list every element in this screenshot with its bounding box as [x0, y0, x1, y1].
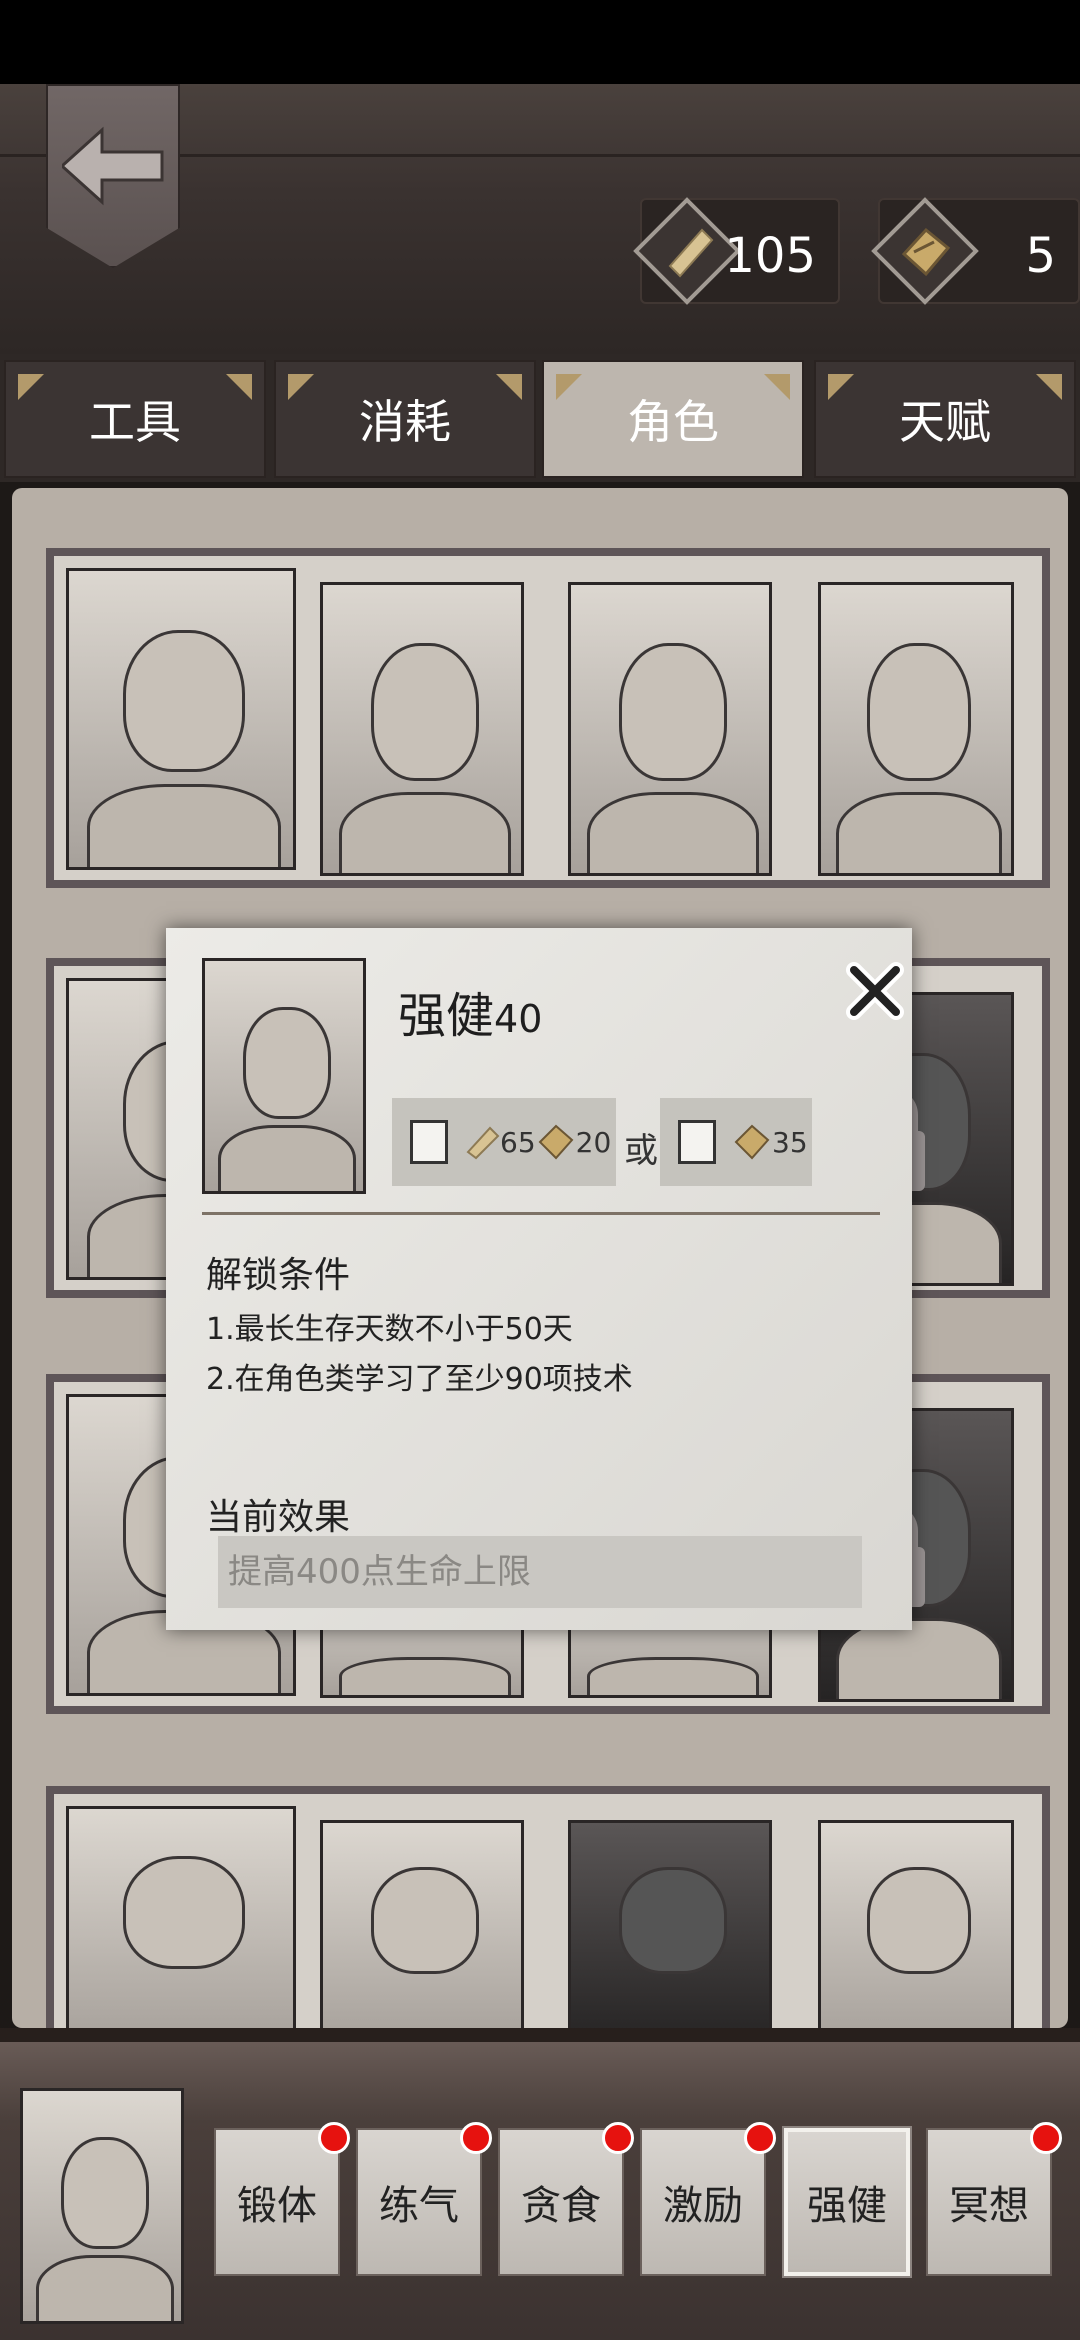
character-portrait-chef[interactable] — [66, 568, 296, 870]
character-portrait-reindeer[interactable] — [568, 1820, 772, 2046]
skill-name: 强健 — [398, 988, 495, 1044]
effect-text: 提高400点生命上限 — [218, 1536, 862, 1608]
tab-consumables[interactable]: 消耗 — [274, 360, 536, 478]
skill-button-duanti[interactable]: 锻体 — [214, 2128, 340, 2276]
effect-heading: 当前效果 — [206, 1497, 351, 1538]
book-icon — [538, 1124, 574, 1160]
status-bar — [0, 0, 1080, 84]
category-tabs: 工具 消耗 角色 天赋 — [0, 354, 1080, 482]
currency-book-value: 5 — [1025, 228, 1056, 284]
character-row — [46, 548, 1050, 888]
tab-tools[interactable]: 工具 — [4, 360, 266, 478]
character-portrait-sunglasses-hat[interactable] — [66, 1806, 296, 2046]
notification-dot — [318, 2122, 350, 2154]
character-row — [46, 1786, 1050, 2046]
cost-option-a[interactable]: 65 20 — [392, 1098, 616, 1186]
condition-2: 2.在角色类学习了至少90项技术 — [206, 1362, 633, 1397]
character-portrait-goggles[interactable] — [818, 1820, 1014, 2046]
character-portrait-fur-hat[interactable] — [818, 582, 1014, 876]
skill-button-qiangjian[interactable]: 强健 — [782, 2126, 912, 2278]
or-label: 或 — [624, 1131, 658, 1171]
skill-button-tanshi[interactable]: 贪食 — [498, 2128, 624, 2276]
cost-a-scroll: 65 — [500, 1125, 536, 1159]
skill-button-mingxiang[interactable]: 冥想 — [926, 2128, 1052, 2276]
skill-level: 40 — [494, 997, 543, 1041]
skill-portrait — [202, 958, 366, 1194]
currency-book: 5 — [871, 197, 1080, 305]
tab-talents[interactable]: 天赋 — [814, 360, 1076, 478]
cost-a-book: 20 — [575, 1125, 612, 1159]
scroll-icon — [466, 1126, 500, 1160]
close-icon[interactable] — [846, 962, 904, 1020]
book-icon — [734, 1124, 770, 1160]
back-arrow-icon — [62, 126, 164, 206]
skill-detail-popup: 强健40 65 20 或 35 解锁条件 1.最长生存天数不小于50天 2.在角… — [166, 928, 912, 1630]
cost-b-book: 35 — [772, 1125, 808, 1159]
divider — [202, 1212, 880, 1215]
character-portrait-farmer[interactable] — [568, 582, 772, 876]
book-icon — [871, 197, 979, 305]
notification-dot — [744, 2122, 776, 2154]
current-character-portrait[interactable] — [20, 2088, 184, 2324]
skill-button-lianqi[interactable]: 练气 — [356, 2128, 482, 2276]
notification-dot — [1030, 2122, 1062, 2154]
cost-option-b[interactable]: 35 — [660, 1098, 812, 1186]
cost-a-checkbox[interactable] — [410, 1120, 448, 1164]
notification-dot — [602, 2122, 634, 2154]
tab-characters[interactable]: 角色 — [542, 360, 804, 478]
character-portrait-beanie[interactable] — [320, 1820, 524, 2046]
currency-scroll-value: 105 — [724, 228, 816, 284]
skill-button-jili[interactable]: 激励 — [640, 2128, 766, 2276]
currency-scroll: 105 — [633, 197, 840, 305]
notification-dot — [460, 2122, 492, 2154]
character-portrait-cook[interactable] — [320, 582, 524, 876]
skill-title: 强健40 — [398, 976, 542, 1046]
cost-b-checkbox[interactable] — [678, 1120, 716, 1164]
unlock-heading: 解锁条件 — [206, 1255, 351, 1296]
condition-1: 1.最长生存天数不小于50天 — [206, 1312, 573, 1347]
